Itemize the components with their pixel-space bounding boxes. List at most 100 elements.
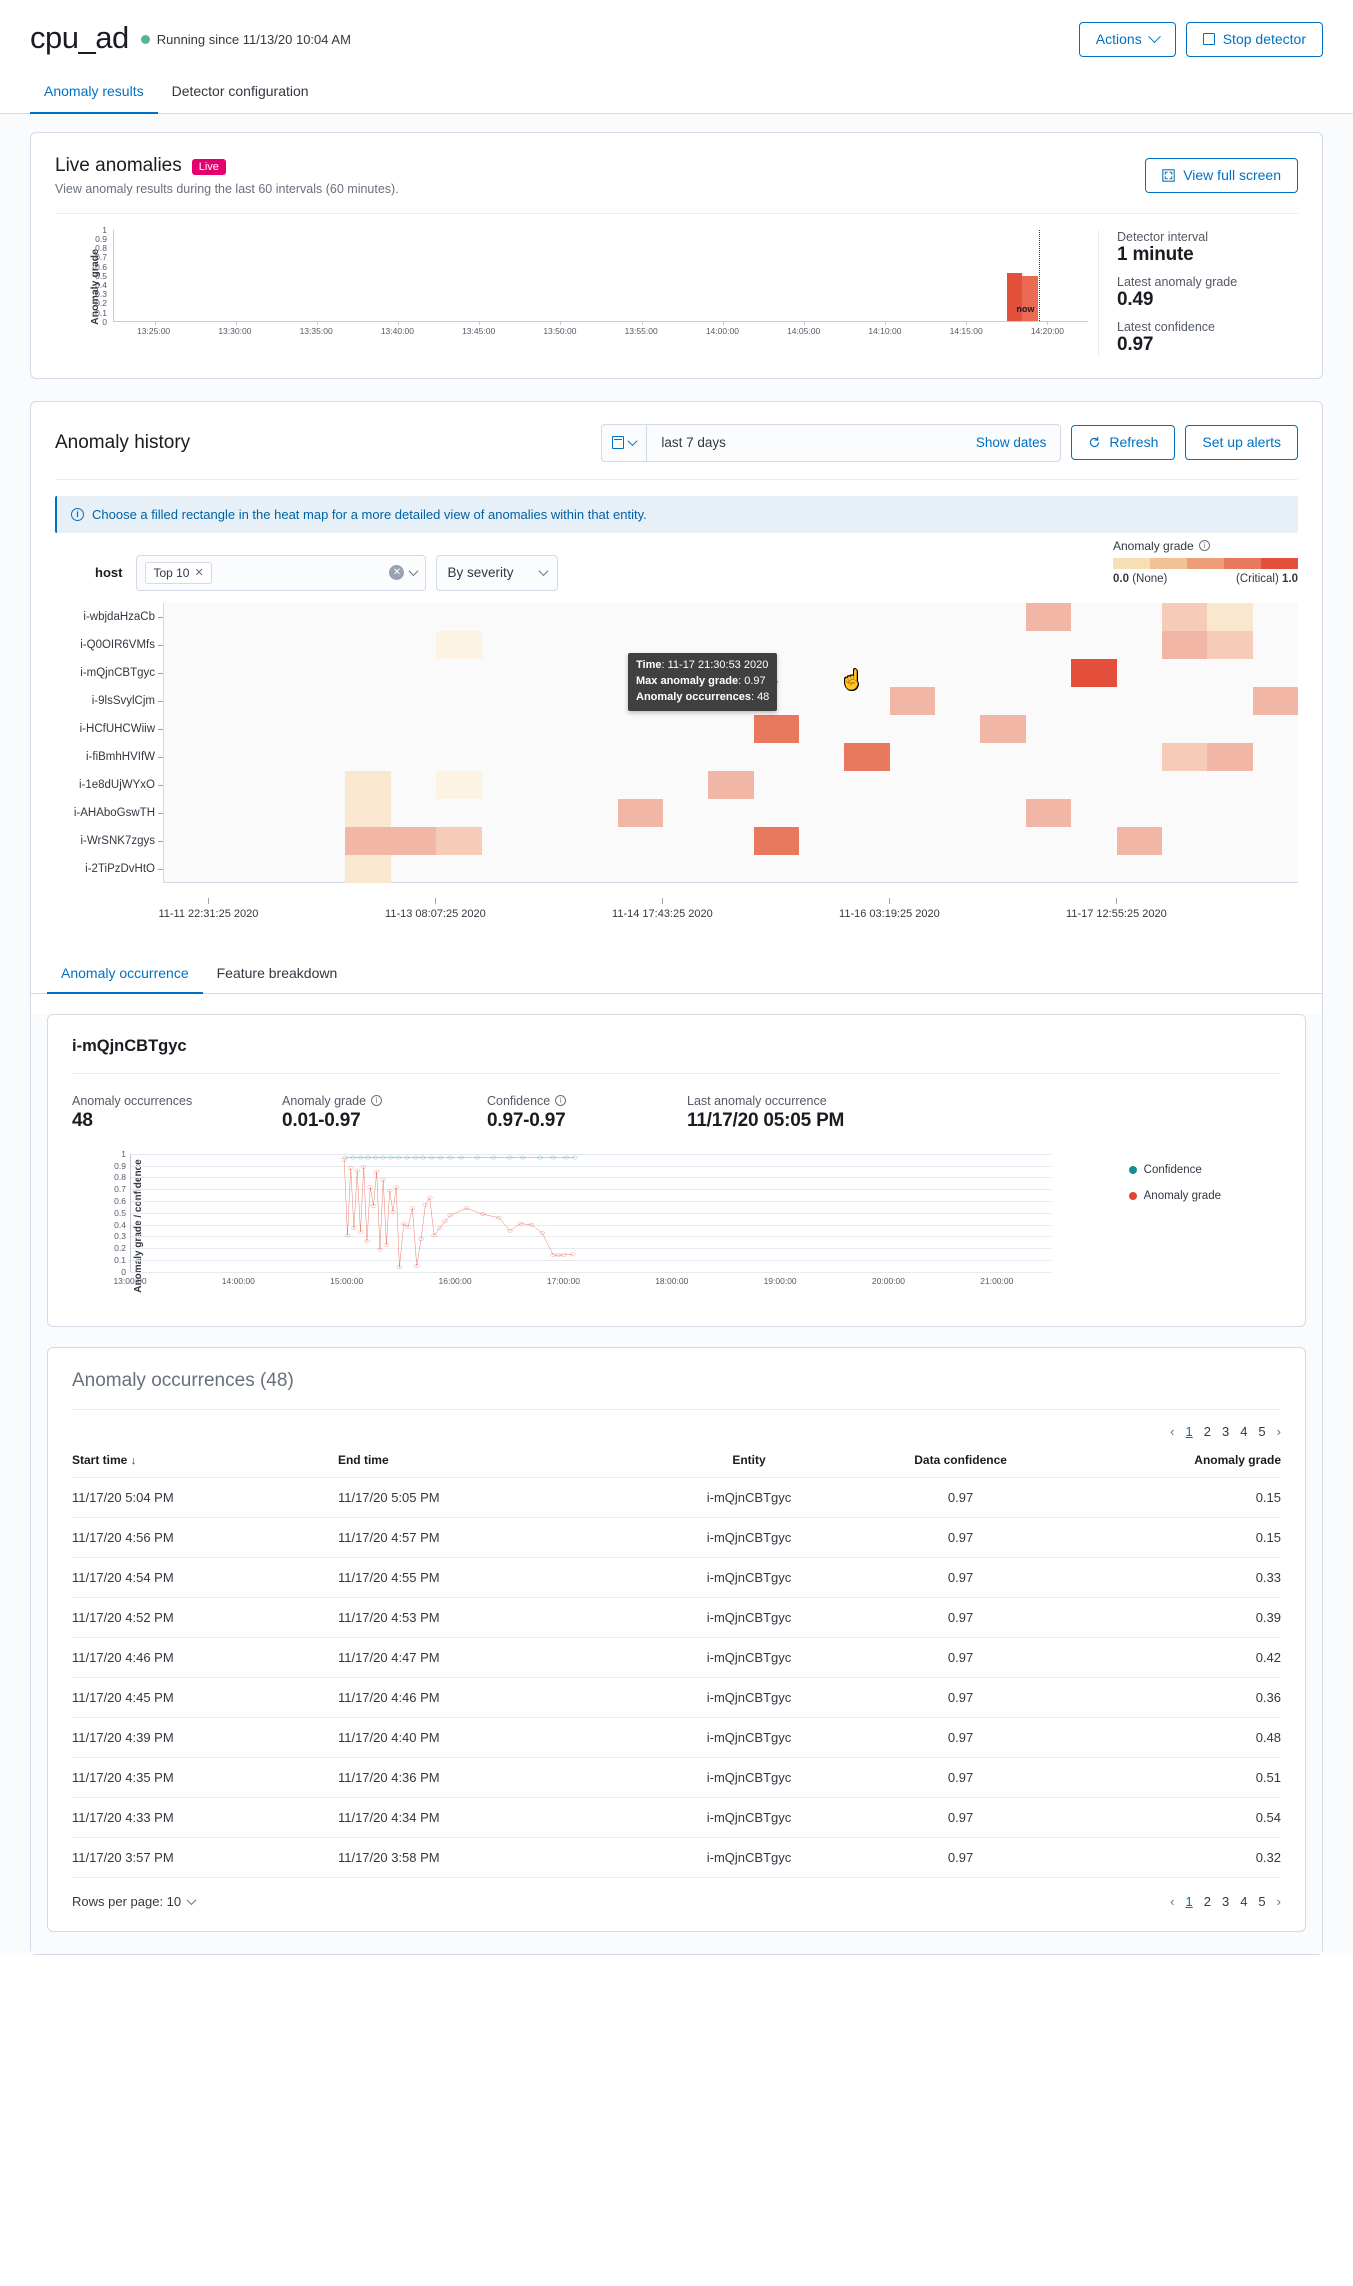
table-row[interactable]: 11/17/20 4:39 PM11/17/20 4:40 PMi-mQjnCB… [72, 1717, 1281, 1757]
entity-stat-label-occurrences: Anomaly occurrences [72, 1094, 192, 1108]
page-header: cpu_ad Running since 11/13/20 10:04 AM A… [0, 0, 1353, 57]
close-icon[interactable]: ✕ [194, 566, 203, 579]
stop-detector-button[interactable]: Stop detector [1186, 22, 1323, 57]
column-header-anomaly-grade[interactable]: Anomaly grade [1063, 1443, 1281, 1478]
heatmap-cell[interactable] [708, 771, 753, 799]
heatmap-cell[interactable] [1253, 687, 1298, 715]
heatmap-cell[interactable] [754, 827, 799, 855]
live-y-tick: 0.6 [95, 262, 107, 272]
heatmap-cell[interactable] [1026, 603, 1071, 631]
heatmap-cell[interactable] [1026, 799, 1071, 827]
line-series [344, 1160, 572, 1267]
rows-per-page-select[interactable]: Rows per page: 10 [72, 1894, 195, 1909]
pagination-page-5[interactable]: 5 [1258, 1894, 1265, 1909]
pagination-page-4[interactable]: 4 [1240, 1424, 1247, 1439]
heatmap-cell[interactable] [1207, 743, 1252, 771]
heatmap-cell[interactable] [754, 715, 799, 743]
set-up-alerts-button[interactable]: Set up alerts [1185, 425, 1298, 460]
pagination-prev-button[interactable]: ‹ [1170, 1424, 1174, 1439]
clear-selection-button[interactable]: ✕ [389, 565, 404, 580]
heatmap-cell[interactable] [345, 799, 390, 827]
entity-filter-combobox[interactable]: Top 10 ✕ ✕ [136, 555, 426, 591]
column-header-entity[interactable]: Entity [640, 1443, 858, 1478]
date-range-value[interactable]: last 7 days [647, 435, 961, 450]
chevron-down-icon[interactable] [409, 566, 419, 576]
table-row[interactable]: 11/17/20 5:04 PM11/17/20 5:05 PMi-mQjnCB… [72, 1477, 1281, 1517]
pagination-page-4[interactable]: 4 [1240, 1894, 1247, 1909]
heatmap-cell[interactable] [1117, 827, 1162, 855]
pagination-prev-button[interactable]: ‹ [1170, 1894, 1174, 1909]
info-icon[interactable]: i [555, 1095, 566, 1106]
line-chart-x-tick: 15:00:00 [330, 1276, 363, 1286]
heatmap-cell[interactable] [1162, 603, 1207, 631]
table-footer: Rows per page: 10 ‹ 12345 › [72, 1878, 1281, 1909]
heatmap-cell[interactable] [844, 743, 889, 771]
table-row[interactable]: 11/17/20 4:56 PM11/17/20 4:57 PMi-mQjnCB… [72, 1517, 1281, 1557]
info-icon[interactable]: i [371, 1095, 382, 1106]
table-row[interactable]: 11/17/20 4:54 PM11/17/20 4:55 PMi-mQjnCB… [72, 1557, 1281, 1597]
legend-swatch [1150, 558, 1187, 569]
heatmap-cell[interactable] [1071, 659, 1116, 687]
heatmap-cell[interactable] [1162, 631, 1207, 659]
heatmap-cell[interactable] [436, 771, 481, 799]
heatmap-cell[interactable] [1207, 603, 1252, 631]
subtab-anomaly-occurrence[interactable]: Anomaly occurrence [47, 956, 203, 994]
table-row[interactable]: 11/17/20 3:57 PM11/17/20 3:58 PMi-mQjnCB… [72, 1837, 1281, 1877]
table-row[interactable]: 11/17/20 4:45 PM11/17/20 4:46 PMi-mQjnCB… [72, 1677, 1281, 1717]
pagination-page-5[interactable]: 5 [1258, 1424, 1265, 1439]
column-header-start-time[interactable]: Start time ↓ [72, 1443, 338, 1478]
show-dates-button[interactable]: Show dates [962, 435, 1061, 450]
pagination-page-3[interactable]: 3 [1222, 1424, 1229, 1439]
pagination-page-1[interactable]: 1 [1185, 1424, 1192, 1439]
live-y-tick: 0.7 [95, 252, 107, 262]
tab-detector-configuration[interactable]: Detector configuration [158, 73, 323, 114]
heatmap-row-label: i-2TiPzDvHtO [85, 863, 155, 875]
date-range-picker[interactable]: last 7 days Show dates [601, 424, 1061, 462]
heatmap-cell[interactable] [890, 687, 935, 715]
cell-data-confidence: 0.97 [858, 1837, 1064, 1877]
heatmap-tooltip: Time: 11-17 21:30:53 2020 Max anomaly gr… [628, 653, 777, 711]
legend-item[interactable]: Confidence [1129, 1164, 1221, 1176]
heatmap-cell[interactable] [618, 799, 663, 827]
refresh-button[interactable]: Refresh [1071, 425, 1175, 460]
column-header-data-confidence[interactable]: Data confidence [858, 1443, 1064, 1478]
table-row[interactable]: 11/17/20 4:52 PM11/17/20 4:53 PMi-mQjnCB… [72, 1597, 1281, 1637]
heatmap-grid[interactable] [163, 603, 1298, 883]
heatmap-cell[interactable] [345, 827, 390, 855]
heatmap-hint-callout: i Choose a filled rectangle in the heat … [55, 496, 1298, 533]
pagination-page-1[interactable]: 1 [1185, 1894, 1192, 1909]
heatmap-cell[interactable] [980, 715, 1025, 743]
pagination-page-3[interactable]: 3 [1222, 1894, 1229, 1909]
pagination-page-2[interactable]: 2 [1204, 1894, 1211, 1909]
live-y-tick: 0 [102, 317, 107, 327]
table-row[interactable]: 11/17/20 4:33 PM11/17/20 4:34 PMi-mQjnCB… [72, 1797, 1281, 1837]
actions-button[interactable]: Actions [1079, 22, 1176, 57]
pagination-page-2[interactable]: 2 [1204, 1424, 1211, 1439]
heatmap-cell[interactable] [436, 827, 481, 855]
cell-end-time: 11/17/20 4:34 PM [338, 1797, 640, 1837]
tab-anomaly-results[interactable]: Anomaly results [30, 73, 158, 114]
heatmap-cell[interactable] [1162, 743, 1207, 771]
pagination-next-button[interactable]: › [1277, 1894, 1281, 1909]
column-header-end-time[interactable]: End time [338, 1443, 640, 1478]
heatmap-cell[interactable] [345, 855, 390, 883]
sort-by-select[interactable]: By severity [436, 555, 558, 591]
heatmap-cell[interactable] [436, 631, 481, 659]
pagination-next-button[interactable]: › [1277, 1424, 1281, 1439]
info-icon[interactable]: i [1199, 540, 1210, 551]
subtab-feature-breakdown[interactable]: Feature breakdown [203, 956, 352, 994]
filter-pill-top10[interactable]: Top 10 ✕ [145, 562, 211, 584]
now-line [1039, 230, 1040, 321]
cell-start-time: 11/17/20 4:56 PM [72, 1517, 338, 1557]
cell-end-time: 11/17/20 5:05 PM [338, 1477, 640, 1517]
calendar-dropdown-button[interactable] [602, 425, 647, 461]
table-row[interactable]: 11/17/20 4:46 PM11/17/20 4:47 PMi-mQjnCB… [72, 1637, 1281, 1677]
table-row[interactable]: 11/17/20 4:35 PM11/17/20 4:36 PMi-mQjnCB… [72, 1757, 1281, 1797]
live-bar[interactable] [1022, 276, 1038, 321]
heatmap-cell[interactable] [391, 827, 436, 855]
view-full-screen-button[interactable]: View full screen [1145, 158, 1298, 193]
legend-item[interactable]: Anomaly grade [1129, 1190, 1221, 1202]
heatmap-cell[interactable] [345, 771, 390, 799]
heatmap-cell[interactable] [1207, 631, 1252, 659]
cell-start-time: 11/17/20 4:52 PM [72, 1597, 338, 1637]
